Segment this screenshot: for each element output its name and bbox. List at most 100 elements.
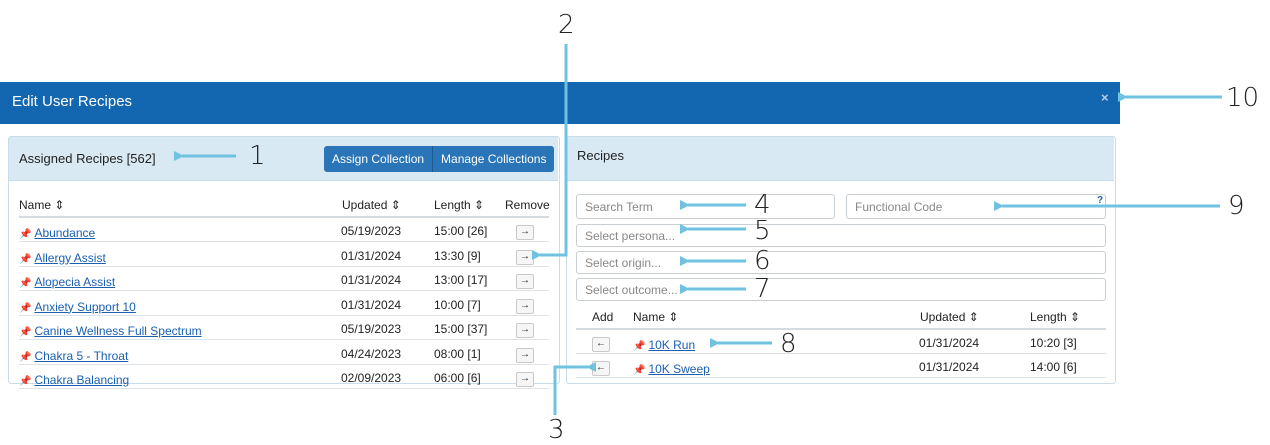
pin-icon: 📌: [19, 327, 32, 338]
row-divider: [19, 241, 549, 242]
annotation-1: 1: [249, 141, 266, 171]
column-header-length[interactable]: Length ⇕: [1030, 310, 1080, 324]
updated-cell: 05/19/2023: [341, 322, 402, 336]
add-button[interactable]: ←: [592, 361, 610, 376]
row-divider: [19, 388, 549, 389]
updated-cell: 02/09/2023: [341, 371, 402, 385]
collection-button-group: Assign Collection Manage Collections: [324, 146, 555, 172]
updated-cell: 01/31/2024: [919, 336, 980, 350]
row-divider: [19, 339, 549, 340]
length-cell: 13:00 [17]: [434, 273, 488, 287]
table-row: 📌 Alopecia Assist: [19, 273, 115, 291]
table-row: 📌 Chakra 5 - Throat: [19, 347, 128, 365]
table-row: 📌 Allergy Assist: [19, 249, 106, 267]
column-header-name[interactable]: Name ⇕: [633, 310, 678, 324]
outcome-placeholder: Select outcome...: [585, 282, 678, 297]
recipe-link[interactable]: Chakra 5 - Throat: [34, 349, 128, 363]
recipe-link[interactable]: Allergy Assist: [34, 251, 105, 265]
row-divider: [19, 265, 549, 267]
updated-cell: 04/24/2023: [341, 346, 402, 361]
length-cell: 06:00 [6]: [434, 371, 481, 385]
pin-icon: 📌: [633, 365, 646, 376]
length-cell: 10:00 [7]: [434, 297, 481, 312]
updated-cell: 01/31/2024: [919, 360, 980, 374]
annotation-8: 8: [780, 329, 797, 359]
annotation-10: 10: [1226, 83, 1260, 113]
origin-placeholder: Select origin...: [585, 255, 662, 270]
length-cell: 08:00 [1]: [434, 346, 481, 361]
persona-select[interactable]: Select persona...: [576, 224, 1106, 247]
remove-button[interactable]: →: [516, 347, 534, 363]
column-header-updated[interactable]: Updated ⇕: [342, 198, 401, 212]
row-divider: [19, 290, 549, 291]
updated-cell: 05/19/2023: [341, 224, 402, 238]
pin-icon: 📌: [19, 351, 32, 363]
remove-button[interactable]: →: [516, 249, 534, 265]
table-row: 📌 Chakra Balancing: [19, 371, 129, 389]
row-divider: [19, 314, 549, 316]
annotation-6: 6: [754, 246, 771, 276]
annotation-7: 7: [754, 274, 771, 304]
length-cell: 14:00 [6]: [1030, 360, 1077, 374]
table-row: 📌 10K Sweep: [633, 360, 710, 378]
remove-button[interactable]: →: [516, 323, 534, 338]
recipe-link[interactable]: Abundance: [34, 226, 95, 240]
length-cell: 10:20 [3]: [1030, 336, 1077, 350]
remove-button[interactable]: →: [516, 225, 534, 240]
row-divider: [576, 353, 1106, 354]
updated-cell: 01/31/2024: [341, 273, 402, 287]
assign-collection-button[interactable]: Assign Collection: [324, 146, 433, 172]
updated-cell: 01/31/2024: [341, 297, 402, 312]
recipes-title: Recipes: [577, 148, 624, 163]
manage-collections-button[interactable]: Manage Collections: [432, 146, 555, 172]
recipe-link[interactable]: Anxiety Support 10: [34, 300, 135, 314]
recipe-link[interactable]: Canine Wellness Full Spectrum: [34, 324, 201, 338]
recipe-link[interactable]: Alopecia Assist: [34, 275, 115, 289]
modal-title: Edit User Recipes: [12, 93, 133, 110]
remove-button[interactable]: →: [516, 372, 534, 387]
help-icon[interactable]: ?: [1097, 195, 1103, 206]
search-input[interactable]: Search Term: [576, 194, 835, 219]
table-header-divider: [576, 328, 1106, 330]
assigned-recipes-title: Assigned Recipes [562]: [19, 151, 156, 166]
column-header-remove: Remove: [505, 198, 550, 212]
pin-icon: 📌: [19, 253, 32, 265]
outcome-select[interactable]: Select outcome...: [576, 278, 1106, 301]
pin-icon: 📌: [19, 229, 32, 240]
table-row: 📌 Anxiety Support 10: [19, 298, 136, 316]
search-placeholder: Search Term: [585, 199, 653, 214]
row-divider: [19, 363, 549, 365]
functional-code-input[interactable]: Functional Code: [846, 194, 1106, 219]
length-cell: 15:00 [26]: [434, 224, 488, 238]
functional-code-placeholder: Functional Code: [855, 199, 943, 214]
table-row: 📌 10K Run: [633, 336, 695, 354]
pin-icon: 📌: [19, 376, 32, 387]
table-row: 📌 Canine Wellness Full Spectrum: [19, 322, 202, 340]
column-header-updated[interactable]: Updated ⇕: [920, 310, 979, 324]
column-header-length[interactable]: Length ⇕: [434, 198, 484, 212]
origin-select[interactable]: Select origin...: [576, 251, 1106, 274]
remove-button[interactable]: →: [516, 274, 534, 289]
length-cell: 13:30 [9]: [434, 248, 481, 263]
persona-placeholder: Select persona...: [585, 228, 676, 243]
recipe-link[interactable]: 10K Run: [648, 338, 695, 352]
annotation-5: 5: [754, 216, 771, 246]
recipes-header: [567, 137, 1114, 181]
table-row: 📌 Abundance: [19, 224, 95, 242]
annotation-2: 2: [558, 10, 575, 40]
column-header-name[interactable]: Name ⇕: [19, 198, 64, 212]
column-header-add: Add: [592, 310, 614, 324]
recipe-link[interactable]: Chakra Balancing: [34, 373, 129, 387]
remove-button[interactable]: →: [516, 298, 534, 314]
pin-icon: 📌: [19, 302, 32, 314]
row-divider: [576, 377, 1106, 378]
close-icon[interactable]: ×: [1101, 90, 1109, 105]
pin-icon: 📌: [633, 341, 646, 352]
length-cell: 15:00 [37]: [434, 322, 488, 336]
pin-icon: 📌: [19, 278, 32, 289]
recipe-link[interactable]: 10K Sweep: [648, 362, 709, 376]
annotation-3: 3: [548, 415, 565, 445]
add-button[interactable]: ←: [592, 337, 610, 352]
table-header-divider: [19, 216, 549, 218]
updated-cell: 01/31/2024: [341, 248, 402, 263]
